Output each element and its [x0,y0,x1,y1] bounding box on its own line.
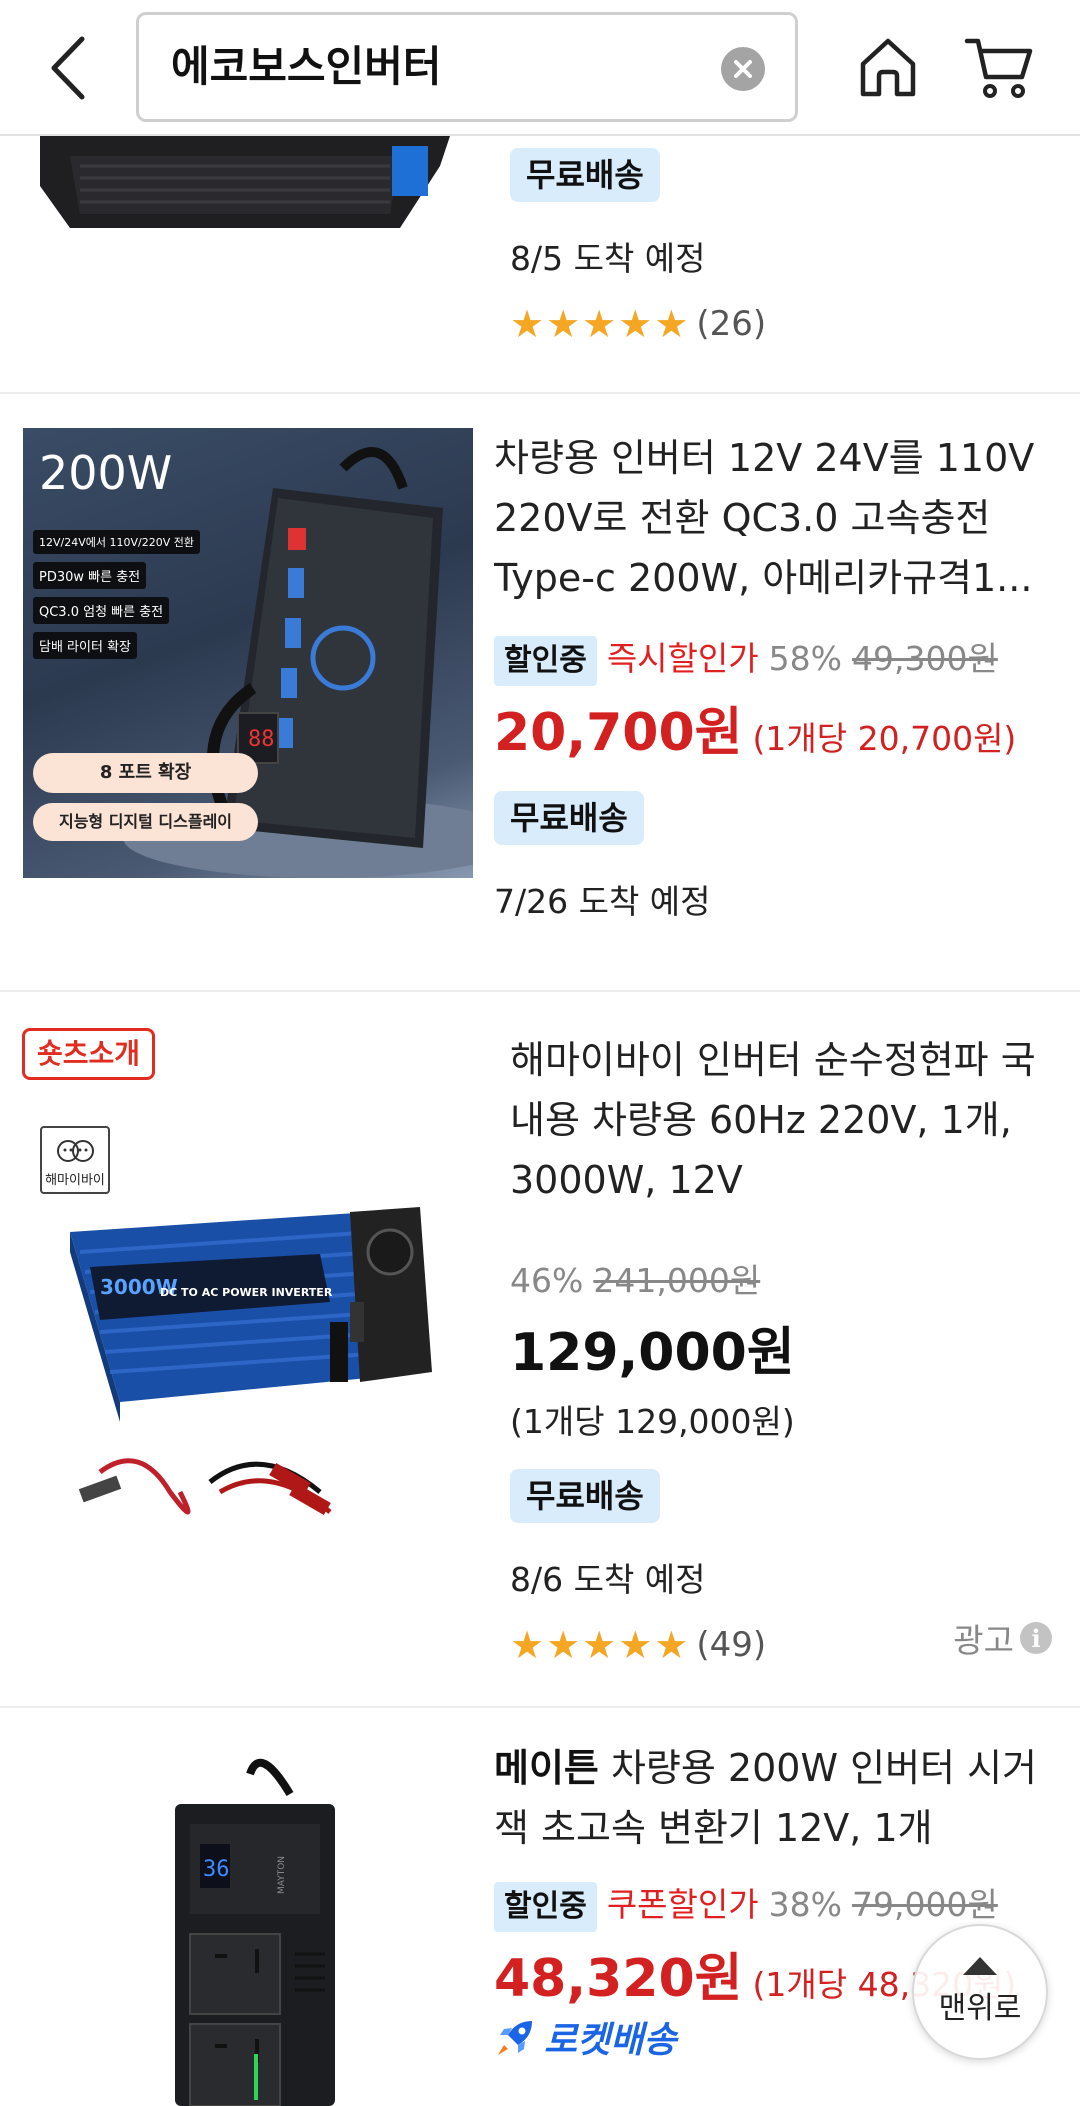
thumb-feature: 12V/24V에서 110V/220V 전환 [33,530,200,554]
ad-label[interactable]: 광고 i [953,1614,1052,1662]
search-query[interactable]: 에코보스인버터 [171,15,441,119]
original-price: 79,000원 [851,1885,998,1924]
cart-icon [964,38,1033,98]
sale-badge: 할인중 [494,636,597,686]
search-input[interactable]: 에코보스인버터 [136,12,798,122]
brand-logo-icon [57,1140,94,1162]
star-icon: ★ [510,1623,545,1667]
thumb-feature: PD30w 빠른 충전 [33,562,147,589]
sale-price: 20,700원 [494,703,743,763]
star-icon: ★ [546,302,581,346]
brand-name: 메이튼 [494,1746,599,1790]
free-shipping-badge: 무료배송 [510,148,660,202]
arrow-up-icon [963,1957,997,1975]
arrival-date: 7/26 도착 예정 [494,882,711,921]
product-title[interactable]: 차량용 인버터 12V 24V를 110V 220V로 전환 QC3.0 고속충… [494,428,1054,608]
thumb-wattage: 200W [39,446,173,500]
info-icon: i [1020,1622,1052,1654]
star-icon: ★ [510,302,545,346]
thumb-feature: QC3.0 엄청 빠른 충전 [33,597,170,624]
rating: ★ ★ ★ ★ ★ (26) [510,304,766,344]
thumb-feature: 담배 라이터 확장 [33,632,137,659]
original-price: 49,300원 [851,639,998,678]
back-button[interactable] [36,28,100,108]
unit-price: (1개당 20,700원) [752,719,1017,758]
free-shipping-badge: 무료배송 [510,1469,660,1523]
close-icon [734,60,752,78]
product-title[interactable]: 해마이바이 인버터 순수정현파 국내용 차량용 60Hz 220V, 1개, 3… [510,1030,1050,1210]
product-card[interactable]: 숏츠소개 해마이바이 3000W DC TO AC POWER INVERTER [0,992,1080,1708]
free-shipping-badge: 무료배송 [494,791,644,845]
arrival-date: 8/5 도착 예정 [510,239,706,278]
thumb-pill: 지능형 디지털 디스플레이 [33,803,258,841]
sale-price: 129,000원 [510,1323,795,1383]
star-icon: ★ [618,302,653,346]
discount-percent: 58% [768,639,842,678]
svg-text:88: 88 [248,727,275,752]
home-icon [860,38,916,97]
price-discount-row: 46% 241,000원 [510,1254,1050,1302]
svg-text:DC TO AC POWER INVERTER: DC TO AC POWER INVERTER [160,1286,333,1299]
sale-type: 즉시할인가 [606,639,759,678]
svg-text:36: 36 [203,1857,230,1882]
clear-search-button[interactable] [721,47,765,91]
brand-logo: 해마이바이 [40,1126,110,1194]
arrival-date: 8/6 도착 예정 [510,1560,706,1599]
price-row: 20,700원 (1개당 20,700원) [494,690,1054,765]
star-icon: ★ [618,1623,653,1667]
star-icon: ★ [582,302,617,346]
unit-price: (1개당 129,000원) [510,1402,795,1441]
sale-price: 48,320원 [494,1949,743,2009]
product-image[interactable]: 3000W DC TO AC POWER INVERTER [60,1192,440,1552]
star-icon: ★ [654,302,689,346]
product-title[interactable]: 메이튼 차량용 200W 인버터 시거잭 초고속 변환기 12V, 1개 [494,1738,1054,1858]
rocket-icon [498,2021,532,2055]
review-count: (26) [696,304,767,344]
shorts-tag[interactable]: 숏츠소개 [22,1028,156,1080]
product-card[interactable]: 88 200W 12V/24V에서 110V/220V 전환 PD30w 빠른 … [0,394,1080,992]
price-discount-row: 할인중 즉시할인가 58% 49,300원 [494,632,1054,686]
star-icon: ★ [546,1623,581,1667]
discount-percent: 38% [768,1885,842,1924]
scroll-to-top-button[interactable]: 맨위로 [912,1924,1048,2060]
review-count: (49) [696,1625,767,1665]
cart-button[interactable] [956,24,1042,112]
top-bar: 에코보스인버터 [0,0,1080,136]
product-image[interactable] [30,136,460,236]
star-icon: ★ [582,1623,617,1667]
home-button[interactable] [850,24,926,112]
sale-type: 쿠폰할인가 [606,1885,759,1924]
thumb-pill: 8 포트 확장 [33,753,258,793]
product-card[interactable]: 36 MAYTON 메이튼 차량용 200W 인버터 시거잭 초고속 변환기 1… [0,1708,1080,2106]
chevron-left-icon [51,36,85,100]
product-card[interactable]: 무료배송 8/5 도착 예정 ★ ★ ★ ★ ★ (26) [0,136,1080,394]
star-icon: ★ [654,1623,689,1667]
svg-text:MAYTON: MAYTON [277,1856,287,1894]
discount-percent: 46% [510,1261,584,1300]
product-image[interactable]: 36 MAYTON [150,1754,350,2106]
product-image[interactable]: 88 200W 12V/24V에서 110V/220V 전환 PD30w 빠른 … [23,428,473,878]
original-price: 241,000원 [593,1261,761,1300]
sale-badge: 할인중 [494,1882,597,1932]
